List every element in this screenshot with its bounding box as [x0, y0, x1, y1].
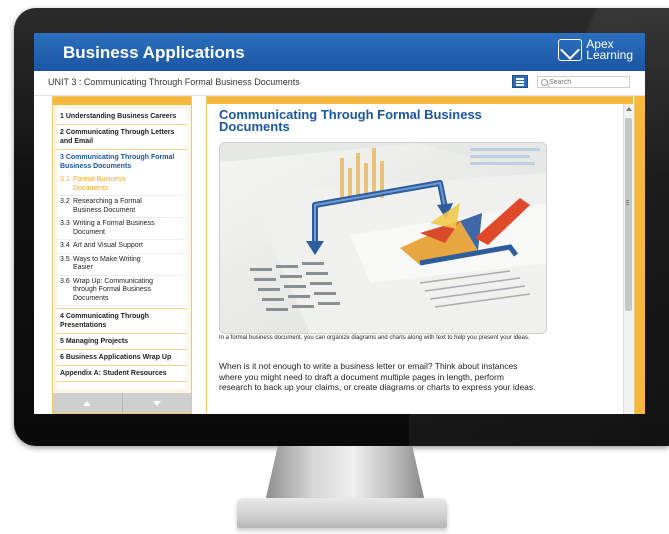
content-scrollbar[interactable] [623, 104, 633, 414]
toc-unit-2[interactable]: 2 Communicating Through Letters and Emai… [57, 125, 187, 150]
toc-appendix-a[interactable]: Appendix A: Student Resources [57, 366, 187, 382]
scroll-down-button[interactable] [123, 393, 192, 413]
lesson-label: Researching a Formal Business Document [73, 198, 142, 214]
image-caption: In a formal business document, you can o… [219, 335, 530, 341]
toc-lesson-3-5[interactable]: 3.5 Ways to Make Writing Easier [57, 254, 187, 276]
scroll-up-button[interactable] [53, 393, 123, 413]
toc-lesson-3-4[interactable]: 3.4 Art and Visual Support [57, 240, 187, 254]
search-icon [541, 79, 548, 86]
search-box[interactable] [537, 76, 630, 88]
toc-unit-4[interactable]: 4 Communicating Through Presentations [57, 309, 187, 334]
breadcrumb-bar: UNIT 3 : Communicating Through Formal Bu… [34, 71, 645, 96]
arrow-up-icon [83, 400, 92, 406]
toc-unit-1[interactable]: 1 Understanding Business Careers [57, 109, 187, 125]
lesson-number: 3.2 [60, 198, 70, 205]
apex-learning-logo: Apex Learning [558, 38, 633, 62]
search-input[interactable] [549, 77, 627, 87]
logo-text: Apex Learning [586, 38, 633, 62]
business-documents-illustration [220, 143, 546, 333]
toc-unit-5[interactable]: 5 Managing Projects [57, 334, 187, 350]
lesson-label: Art and Visual Support [73, 242, 143, 249]
screen: Business Applications Apex Learning UNIT… [34, 33, 645, 414]
toc-unit-6[interactable]: 6 Business Applications Wrap Up [57, 350, 187, 366]
lesson-label: Ways to Make Writing Easier [73, 255, 141, 272]
right-accent-strip [634, 96, 645, 414]
monitor-base [237, 498, 447, 528]
lesson-number: 3.3 [60, 220, 70, 227]
lesson-body-text: When is it not enough to write a busines… [219, 361, 536, 392]
lesson-list: 3.1 Formal Business Documents 3.2 Resear… [57, 174, 187, 309]
scroll-grip-icon [626, 200, 629, 201]
toc-unit-3[interactable]: 3 Communicating Through Formal Business … [57, 150, 187, 174]
lesson-title: Communicating Through Formal Business Do… [219, 107, 482, 134]
sidebar-top-bar [53, 97, 191, 105]
lesson-number: 3.5 [60, 255, 70, 263]
lesson-label: Writing a Formal Business Document [73, 220, 155, 236]
toc-lesson-3-6[interactable]: 3.6 Wrap Up: Communicating through Forma… [57, 276, 187, 306]
lesson-number: 3.1 [60, 176, 70, 183]
lesson-label: Formal Business Documents [73, 176, 126, 192]
table-of-contents: 1 Understanding Business Careers 2 Commu… [57, 109, 187, 389]
logo-line2: Learning [586, 48, 633, 62]
app-header: Business Applications Apex Learning [34, 33, 645, 71]
lesson-content: Communicating Through Formal Business Do… [206, 96, 633, 414]
sidebar-nav [53, 393, 191, 413]
monitor-stand [265, 446, 425, 502]
menu-icon[interactable] [512, 75, 528, 88]
breadcrumb: UNIT 3 : Communicating Through Formal Bu… [48, 77, 300, 87]
toc-lesson-3-3[interactable]: 3.3 Writing a Formal Business Document [57, 218, 187, 240]
lesson-label: Wrap Up: Communicating through Formal Bu… [73, 277, 154, 302]
scroll-thumb[interactable] [625, 118, 632, 311]
app-title: Business Applications [63, 43, 245, 62]
sidebar: 1 Understanding Business Careers 2 Commu… [52, 96, 192, 414]
lesson-number: 3.4 [60, 242, 70, 249]
lesson-image [219, 142, 547, 334]
scroll-up-arrow-icon[interactable] [626, 107, 632, 111]
arrow-down-icon [152, 400, 161, 406]
logo-mark-icon [558, 39, 583, 61]
toc-lesson-3-2[interactable]: 3.2 Researching a Formal Business Docume… [57, 196, 187, 218]
lesson-number: 3.6 [60, 277, 70, 285]
content-top-bar [207, 97, 633, 104]
toc-lesson-3-1[interactable]: 3.1 Formal Business Documents [57, 174, 187, 196]
